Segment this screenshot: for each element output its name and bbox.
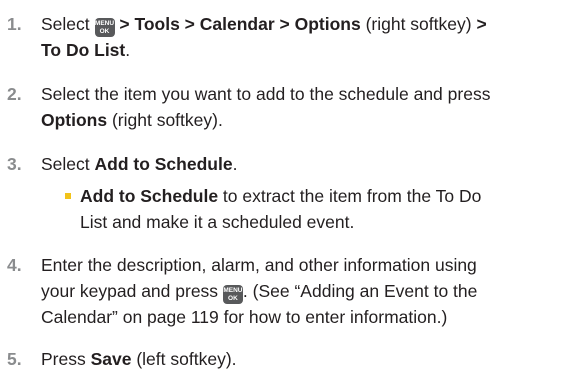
menu-ok-key-icon: MENU OK [222,285,243,304]
step-text: Press Save (left softkey). [41,349,237,369]
instruction-page: 1. Select MENU OK > Tools > Calendar > Op… [0,0,572,372]
step-text: Enter the description, alarm, and other … [41,255,478,327]
step-number: 3. [7,154,22,174]
step-text: Select MENU OK > Tools > Calendar > Optio… [41,14,487,60]
menu-ok-key-icon: MENU OK [94,18,115,37]
subitem-text: Add to Schedule to extract the item from… [80,186,482,232]
step-number: 2. [7,84,22,104]
step-text: Select Add to Schedule. [41,154,238,174]
bullet-icon [65,193,71,199]
step-number: 1. [7,14,22,34]
step-number: 4. [7,255,22,275]
step-text: Select the item you want to add to the s… [41,84,491,130]
step-number: 5. [7,349,22,369]
